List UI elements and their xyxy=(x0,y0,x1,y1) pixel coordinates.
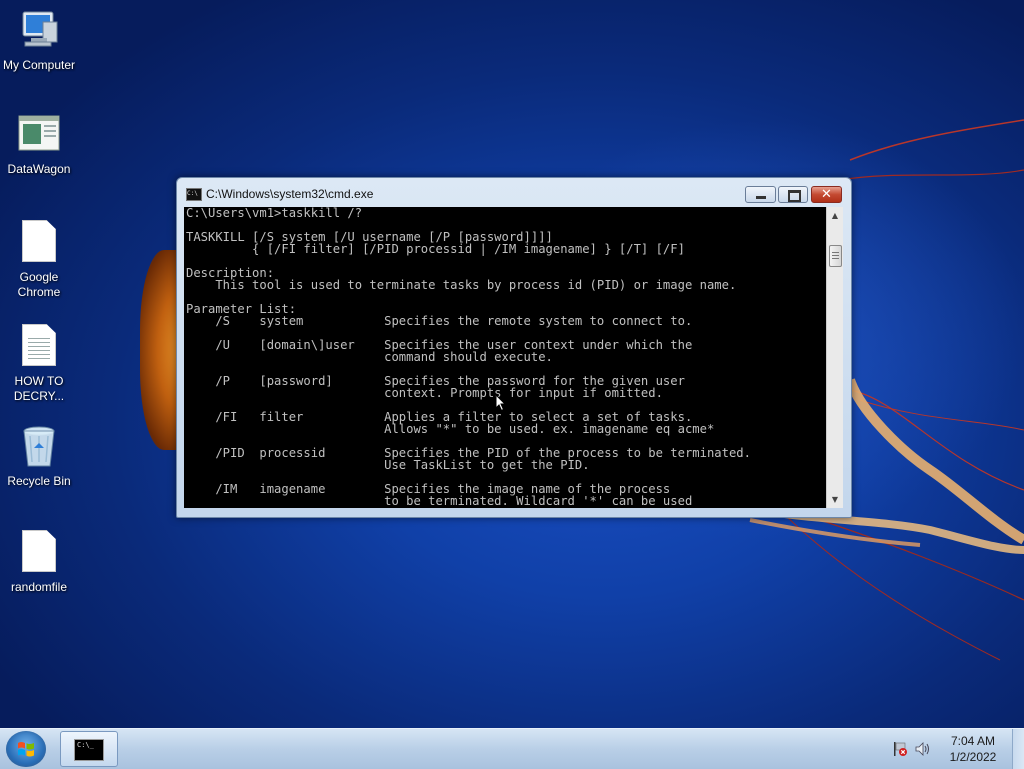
minimize-button[interactable] xyxy=(745,186,776,203)
scroll-up-icon[interactable]: ▲ xyxy=(827,207,843,224)
windows-start-icon xyxy=(18,742,34,757)
action-center-flag-icon[interactable] xyxy=(892,741,908,757)
computer-icon xyxy=(17,8,61,54)
app-window-icon xyxy=(17,112,61,158)
volume-icon[interactable] xyxy=(914,741,932,757)
desktop-icon-datawagon[interactable]: DataWagon xyxy=(0,112,78,177)
minimize-icon xyxy=(746,187,775,202)
taskbar-button-cmd[interactable]: C:\_ xyxy=(60,731,118,767)
blank-file-icon xyxy=(17,530,61,576)
cmd-icon: C:\_ xyxy=(74,739,104,761)
show-desktop-button[interactable] xyxy=(1012,729,1024,769)
desktop-icon-how-to-decrypt[interactable]: HOW TO DECRY... xyxy=(0,322,78,404)
scroll-down-icon[interactable]: ▼ xyxy=(827,491,843,508)
system-clock[interactable]: 7:04 AM 1/2/2022 xyxy=(938,733,1008,765)
console-output[interactable]: C:\Users\vm1>taskkill /? TASKKILL [/S sy… xyxy=(184,207,826,508)
mouse-cursor-icon xyxy=(495,394,507,412)
desktop-icon-google-chrome[interactable]: Google Chrome xyxy=(0,218,78,300)
window-title: C:\Windows\system32\cmd.exe xyxy=(206,187,374,201)
maximize-icon xyxy=(779,187,807,202)
desktop-icon-label: DataWagon xyxy=(7,162,71,176)
start-button[interactable] xyxy=(6,731,46,767)
console-text: C:\Users\vm1>taskkill /? TASKKILL [/S sy… xyxy=(186,207,751,508)
desktop-icon-recycle-bin[interactable]: Recycle Bin xyxy=(0,424,78,489)
desktop-icon-label: HOW TO DECRY... xyxy=(13,374,65,403)
desktop-icon-label: My Computer xyxy=(2,58,76,72)
desktop-icon-my-computer[interactable]: My Computer xyxy=(0,8,78,73)
desktop-icon-randomfile[interactable]: randomfile xyxy=(0,528,78,595)
desktop: My Computer DataWagon Google Chrome HOW … xyxy=(0,0,1024,728)
desktop-icon-label: randomfile xyxy=(10,580,68,594)
text-file-icon xyxy=(17,324,61,370)
cmd-icon: C:\ xyxy=(186,188,202,201)
clock-time: 7:04 AM xyxy=(950,734,996,748)
maximize-button[interactable] xyxy=(778,186,808,203)
desktop-icon-label: Recycle Bin xyxy=(7,474,71,488)
close-icon: ✕ xyxy=(821,187,832,202)
scroll-thumb[interactable] xyxy=(829,245,842,267)
desktop-icon-label: Google Chrome xyxy=(17,270,61,299)
vertical-scrollbar[interactable]: ▲ ▼ xyxy=(826,207,843,508)
taskbar: C:\_ 7:04 AM 1/2/2022 xyxy=(0,728,1024,769)
window-titlebar[interactable]: C:\ C:\Windows\system32\cmd.exe ✕ xyxy=(177,178,851,206)
clock-date: 1/2/2022 xyxy=(949,750,997,764)
recycle-bin-icon xyxy=(17,424,61,470)
cmd-window[interactable]: C:\ C:\Windows\system32\cmd.exe ✕ C:\Use… xyxy=(176,177,852,518)
blank-file-icon xyxy=(17,220,61,266)
close-button[interactable]: ✕ xyxy=(811,186,842,203)
